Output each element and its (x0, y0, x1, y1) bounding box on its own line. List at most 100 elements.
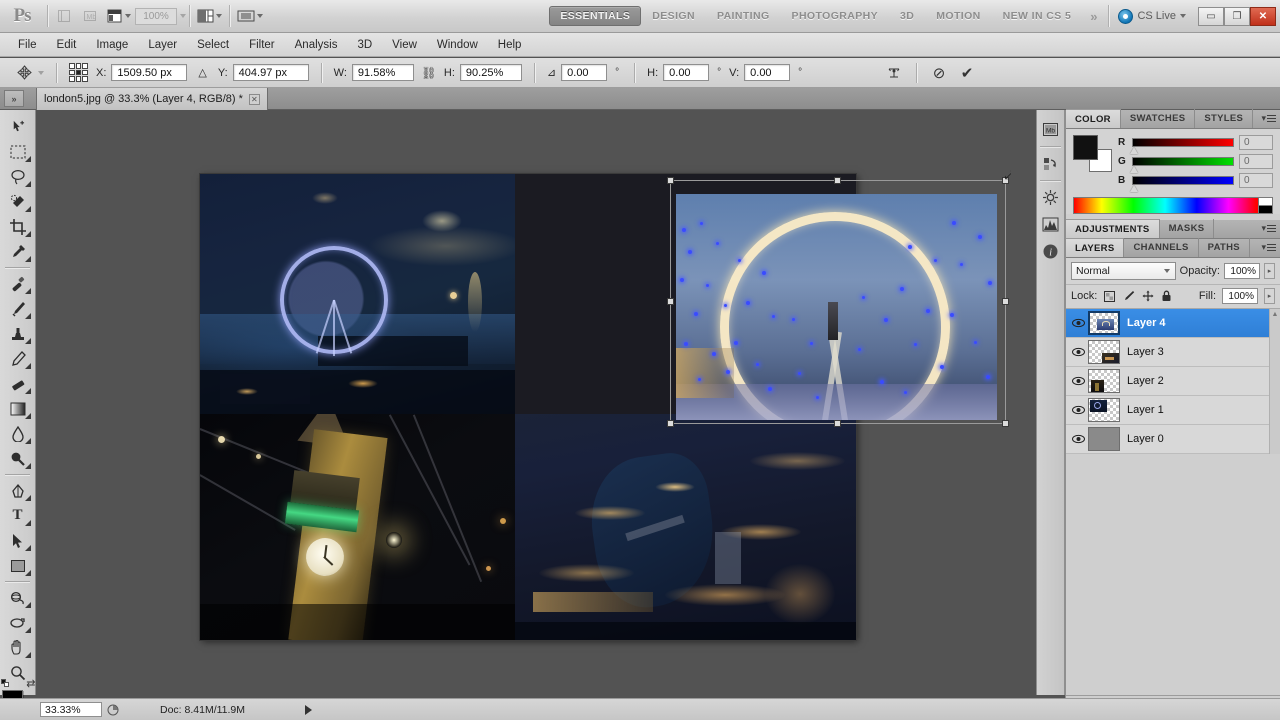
reference-point-selector[interactable] (69, 63, 88, 82)
current-tool-preset[interactable] (14, 63, 44, 83)
blend-mode-select[interactable]: Normal (1071, 262, 1176, 280)
histogram-icon[interactable] (1039, 211, 1063, 238)
workspace-3d[interactable]: 3D (889, 6, 925, 26)
fill-input[interactable]: 100% (1222, 288, 1258, 304)
table-row[interactable]: Layer 2 (1066, 367, 1280, 396)
menu-help[interactable]: Help (488, 36, 532, 54)
mini-bridge-icon[interactable]: Mb (1039, 116, 1063, 143)
layer-visibility-toggle[interactable] (1068, 318, 1088, 328)
pen-tool[interactable] (3, 478, 33, 503)
3d-object-rotate-tool[interactable] (3, 585, 33, 610)
lock-transparent-pixels-icon[interactable] (1103, 290, 1116, 303)
swap-colors-icon[interactable]: ⇄ (26, 677, 35, 690)
transform-handle-bottom-right[interactable] (1002, 420, 1009, 427)
fill-stepper[interactable]: ▸ (1264, 288, 1275, 304)
color-panel-menu-icon[interactable]: ▾ (1261, 113, 1276, 124)
bridge-button[interactable] (51, 4, 77, 28)
tab-color[interactable]: COLOR (1066, 109, 1121, 128)
transform-handle-bottom-center[interactable] (834, 420, 841, 427)
workspace-new-in-cs5[interactable]: NEW IN CS 5 (992, 6, 1083, 26)
opacity-input[interactable]: 100% (1224, 263, 1260, 279)
view-extras-button[interactable] (103, 4, 135, 28)
green-value[interactable]: 0 (1239, 154, 1273, 169)
layer-thumbnail[interactable] (1088, 340, 1120, 364)
move-tool[interactable] (3, 114, 33, 139)
color-spectrum-ramp[interactable] (1073, 197, 1273, 214)
layer-visibility-toggle[interactable] (1068, 376, 1088, 386)
rectangular-marquee-tool[interactable] (3, 139, 33, 164)
expand-dock-button[interactable]: » (4, 90, 24, 107)
crop-tool[interactable] (3, 214, 33, 239)
foreground-color-swatch[interactable] (1073, 135, 1098, 160)
layer-thumbnail[interactable] (1088, 369, 1120, 393)
workspace-essentials[interactable]: ESSENTIALS (549, 6, 642, 26)
menu-analysis[interactable]: Analysis (285, 36, 348, 54)
menu-layer[interactable]: Layer (138, 36, 187, 54)
warp-mode-icon[interactable] (881, 62, 907, 84)
eraser-tool[interactable] (3, 371, 33, 396)
menu-3d[interactable]: 3D (347, 36, 382, 54)
tab-styles[interactable]: STYLES (1195, 109, 1254, 128)
transform-handle-bottom-left[interactable] (667, 420, 674, 427)
tab-paths[interactable]: PATHS (1199, 238, 1250, 257)
transform-handle-middle-right[interactable] (1002, 298, 1009, 305)
blur-tool[interactable] (3, 421, 33, 446)
cancel-transform-button[interactable]: ⊘ (926, 62, 952, 84)
status-popup-arrow[interactable] (305, 704, 313, 715)
hand-tool[interactable] (3, 635, 33, 660)
tab-adjustments[interactable]: ADJUSTMENTS (1066, 219, 1160, 238)
rectangle-tool[interactable] (3, 553, 33, 578)
link-aspect-ratio-icon[interactable]: ⛓ (419, 63, 439, 83)
screen-mode-button[interactable] (233, 4, 267, 28)
canvas-area[interactable]: ⤢ (36, 110, 1011, 695)
menu-image[interactable]: Image (86, 36, 138, 54)
clone-stamp-tool[interactable] (3, 321, 33, 346)
menu-view[interactable]: View (382, 36, 427, 54)
red-slider[interactable] (1130, 138, 1234, 154)
zoom-percent-field[interactable]: 33.33% (40, 702, 102, 717)
mini-bridge-button[interactable]: Mb (77, 4, 103, 28)
preview-icon[interactable] (102, 702, 124, 718)
lasso-tool[interactable] (3, 164, 33, 189)
green-slider[interactable] (1130, 157, 1234, 173)
layers-scrollbar[interactable]: ▲ (1269, 309, 1280, 454)
table-row[interactable]: Layer 1 (1066, 396, 1280, 425)
tab-masks[interactable]: MASKS (1160, 219, 1215, 238)
menu-window[interactable]: Window (427, 36, 488, 54)
table-row[interactable]: Layer 3 (1066, 338, 1280, 367)
blue-value[interactable]: 0 (1239, 173, 1273, 188)
transform-handle-top-center[interactable] (834, 177, 841, 184)
lock-position-icon[interactable] (1141, 290, 1154, 303)
lock-all-icon[interactable] (1160, 290, 1173, 303)
layer-visibility-toggle[interactable] (1068, 434, 1088, 444)
black-white-picker[interactable] (1258, 198, 1272, 213)
horizontal-type-tool[interactable]: T (3, 503, 33, 528)
tab-channels[interactable]: CHANNELS (1124, 238, 1199, 257)
relative-position-icon[interactable]: △ (198, 66, 206, 79)
workspace-painting[interactable]: PAINTING (706, 6, 781, 26)
zoom-level-field[interactable]: 100% (135, 7, 177, 25)
commit-transform-button[interactable]: ✔ (954, 62, 980, 84)
menu-select[interactable]: Select (187, 36, 239, 54)
color-panel-swatches[interactable] (1073, 135, 1112, 172)
restore-button[interactable]: ❐ (1224, 6, 1250, 26)
tab-layers[interactable]: LAYERS (1066, 238, 1125, 257)
workspace-overflow-icon[interactable]: » (1082, 9, 1105, 24)
layer-visibility-toggle[interactable] (1068, 347, 1088, 357)
layer-thumbnail[interactable] (1088, 311, 1120, 335)
tab-swatches[interactable]: SWATCHES (1121, 109, 1196, 128)
gradient-tool[interactable] (3, 396, 33, 421)
table-row[interactable]: Layer 0 (1066, 425, 1280, 454)
layer-thumbnail[interactable] (1088, 398, 1120, 422)
minimize-button[interactable]: ▭ (1198, 6, 1224, 26)
lock-image-pixels-icon[interactable] (1122, 290, 1135, 303)
spot-healing-brush-tool[interactable] (3, 271, 33, 296)
transform-handle-middle-left[interactable] (667, 298, 674, 305)
transform-handle-top-left[interactable] (667, 177, 674, 184)
workspace-motion[interactable]: MOTION (925, 6, 991, 26)
close-icon[interactable]: ✕ (248, 93, 260, 105)
eyedropper-tool[interactable] (3, 239, 33, 264)
document-tab[interactable]: london5.jpg @ 33.3% (Layer 4, RGB/8) * ✕ (36, 88, 268, 110)
angle-input[interactable]: 0.00 (561, 64, 608, 81)
close-button[interactable]: ✕ (1250, 6, 1276, 26)
